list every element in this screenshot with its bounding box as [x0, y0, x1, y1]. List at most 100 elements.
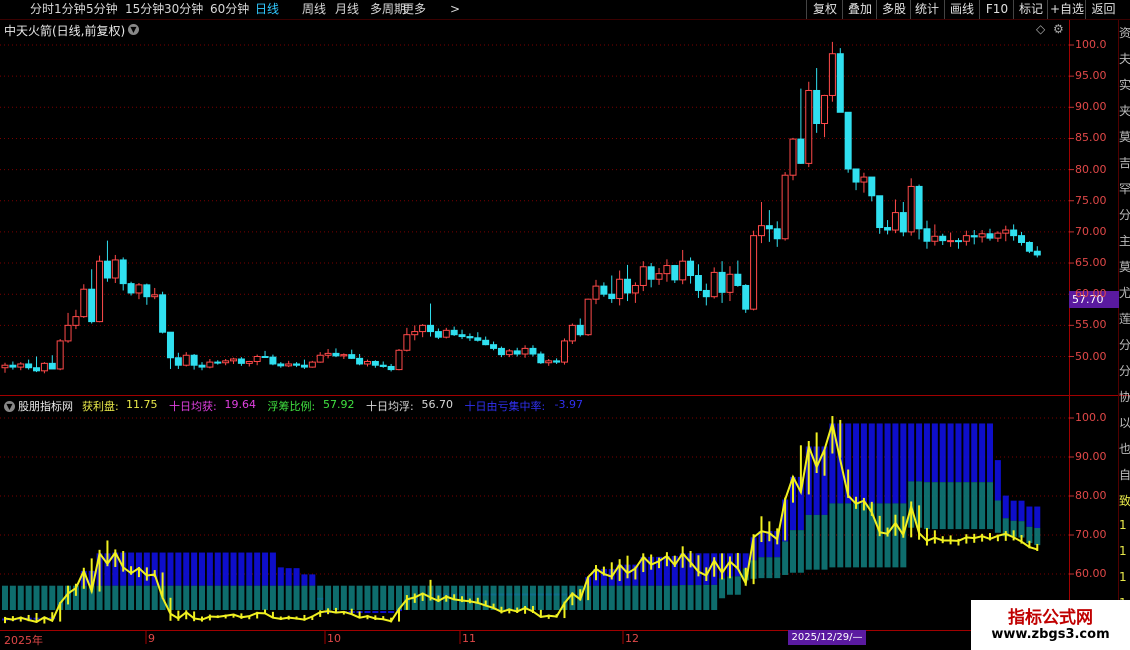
indicator-item-label: 十日由亏集中率:	[464, 400, 546, 413]
candle-body	[119, 259, 127, 285]
candle-body	[663, 265, 671, 275]
candle-body	[174, 357, 182, 366]
candle-body	[954, 240, 962, 243]
candle-body	[285, 363, 293, 367]
candle-body	[710, 271, 718, 298]
candle-body	[978, 233, 986, 238]
side-panel-char: 莫	[1119, 260, 1130, 274]
candle-body	[143, 284, 151, 298]
chip-bar-teal	[222, 585, 229, 610]
candle-body	[860, 176, 868, 183]
candle-body	[750, 235, 758, 310]
chip-bar-teal	[971, 482, 978, 530]
chip-bar-blue	[262, 552, 269, 586]
candle-body	[828, 53, 836, 96]
chip-bar-blue	[214, 552, 221, 586]
side-panel-char: 主	[1119, 234, 1130, 248]
candle-body	[718, 271, 726, 293]
side-panel-char: 1	[1119, 570, 1127, 584]
candle-body	[576, 324, 584, 336]
chip-bar-teal	[805, 514, 812, 570]
chip-bar-teal	[41, 585, 48, 610]
chip-bar-blue	[1010, 500, 1017, 521]
chip-bar-teal	[600, 585, 607, 610]
candle-body	[40, 362, 48, 372]
candle-body	[805, 89, 813, 164]
chip-bar-blue	[199, 552, 205, 586]
chip-bar-teal	[624, 585, 631, 610]
chip-bar-teal	[994, 500, 1001, 533]
side-panel-char: 协	[1119, 390, 1130, 404]
chip-bar-teal	[104, 585, 111, 610]
candle-body	[876, 195, 884, 229]
chip-bar-teal	[293, 585, 300, 610]
candle-body	[277, 363, 285, 367]
candle-body	[371, 360, 379, 366]
price-axis-label: 70.00	[1075, 224, 1107, 238]
candle-body	[931, 235, 939, 242]
chip-bar-teal	[1034, 527, 1041, 546]
chip-bar-blue	[183, 552, 190, 586]
price-axis-label: 85.00	[1075, 131, 1107, 145]
candle-body	[458, 334, 466, 338]
candle-body	[986, 233, 994, 239]
chip-bar-teal	[301, 585, 308, 610]
chip-bar-teal	[671, 585, 678, 610]
chip-bar-teal	[506, 585, 513, 610]
candle-body	[245, 360, 253, 364]
month-label: 10	[327, 632, 341, 645]
candle-body	[166, 331, 174, 359]
candle-body	[379, 364, 387, 367]
chip-bar-teal	[17, 585, 24, 610]
chip-bar-blue	[923, 423, 930, 483]
candle-body	[734, 273, 742, 286]
chip-bar-teal	[537, 585, 544, 610]
candle-body	[96, 260, 104, 323]
side-panel-char: 尤	[1119, 286, 1130, 300]
chip-bar-blue	[246, 552, 253, 586]
chip-bar-teal	[640, 585, 647, 610]
chip-bar-teal	[348, 585, 355, 610]
chip-bar-teal	[277, 585, 284, 610]
price-axis-label: 75.00	[1075, 193, 1107, 207]
price-axis-label: 50.00	[1075, 349, 1107, 363]
candle-body	[884, 227, 892, 231]
indicator-item-label: 十日均浮:	[366, 400, 414, 413]
indicator-axis-label: 80.00	[1075, 489, 1107, 502]
candle-body	[72, 316, 80, 326]
candle-body	[907, 185, 915, 233]
chart-canvas[interactable]	[0, 0, 1130, 650]
candle-body	[947, 240, 955, 243]
chip-bar-blue	[301, 574, 308, 586]
chip-bar-blue	[285, 568, 292, 586]
candle-body	[230, 358, 238, 362]
chip-bar-teal	[120, 585, 127, 610]
candle-body	[962, 235, 970, 242]
chip-bar-teal	[663, 585, 670, 610]
candle-body	[497, 347, 505, 356]
side-panel-char: 也	[1119, 442, 1130, 456]
chip-bar-teal	[254, 585, 261, 610]
cursor-date-tag: 2025/12/29/—	[788, 630, 866, 645]
candle-body	[939, 235, 947, 242]
candle-body	[340, 354, 348, 357]
candle-body	[395, 349, 403, 371]
candle-body	[647, 266, 655, 280]
candle-body	[253, 356, 261, 362]
chip-bar-blue	[853, 423, 860, 504]
watermark-url: www.zbgs3.com	[991, 627, 1110, 642]
candle-body	[490, 344, 498, 349]
side-panel-char: 以	[1119, 416, 1130, 430]
chip-bar-blue	[979, 423, 986, 483]
candle-body	[324, 352, 332, 356]
candle-body	[797, 138, 805, 164]
chip-bar-teal	[238, 585, 245, 610]
chip-bar-teal	[356, 585, 363, 610]
candle-body	[694, 275, 702, 291]
candle-body	[48, 362, 56, 370]
candle-body	[33, 367, 41, 372]
chip-bar-teal	[656, 585, 663, 610]
side-panel-char: 夹	[1119, 104, 1130, 118]
chip-bar-teal	[183, 585, 190, 610]
indicator-name: 股朋指标网	[18, 400, 73, 413]
